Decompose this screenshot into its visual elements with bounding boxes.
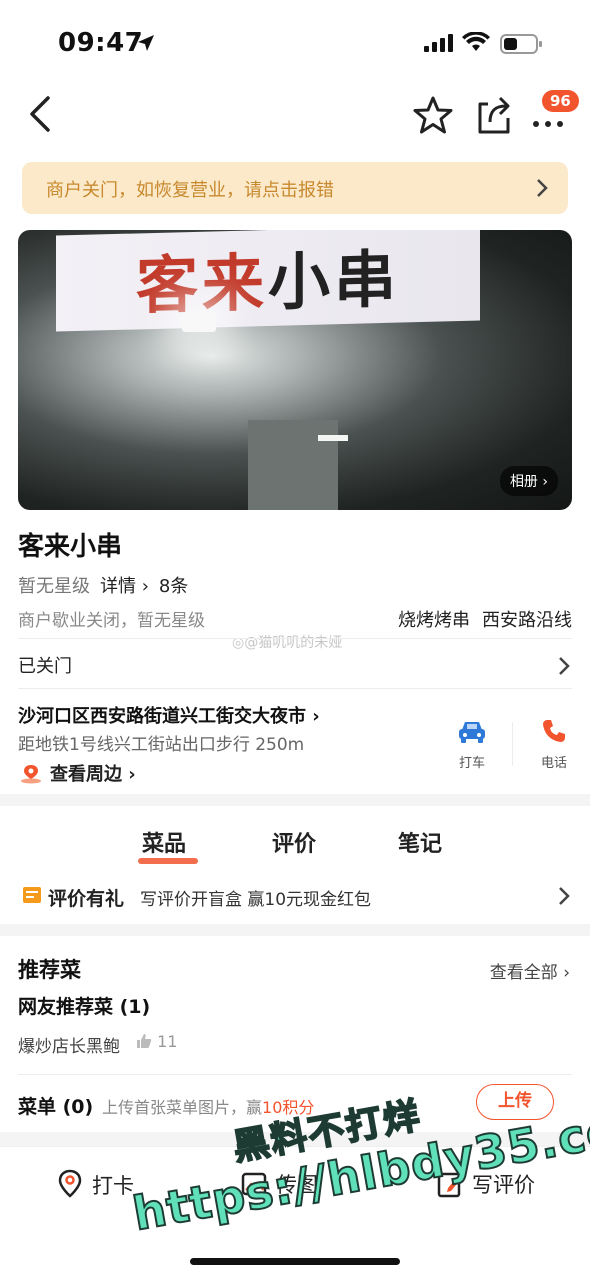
bottom-action-bar: 打卡 传图 写评价: [0, 1146, 590, 1226]
view-all-link[interactable]: 查看全部 ›: [490, 958, 570, 983]
nav-bar: [0, 84, 590, 148]
write-review-icon: [437, 1172, 461, 1198]
battery-icon: [500, 34, 542, 54]
thumbs-up-icon: [137, 1034, 152, 1048]
phone-button[interactable]: 电话: [528, 718, 580, 771]
status-bar: 09:47: [0, 0, 590, 80]
ceiling-light: [318, 435, 348, 441]
divider: [18, 638, 572, 639]
tab-reviews[interactable]: 评价: [272, 826, 316, 858]
write-review-label: 写评价: [472, 1173, 535, 1197]
taxi-label: 打车: [458, 756, 485, 771]
sign-mid-text: 小: [268, 244, 335, 319]
metro-distance: 距地铁1号线兴工街站出口步行 250m: [18, 735, 305, 755]
business-status-note: 商户歇业关闭，暂无星级: [18, 611, 205, 631]
shop-categories: 烧烤烤串 西安路沿线: [398, 606, 572, 632]
promo-description: 写评价开盲盒 赢10元现金红包: [140, 890, 372, 910]
shop-sign: 客来小串: [56, 230, 480, 332]
sign-red-text: 客来: [136, 245, 269, 323]
home-indicator[interactable]: [190, 1258, 400, 1265]
closed-banner-text: 商户关门，如恢复营业，请点击报错: [46, 180, 334, 201]
location-arrow-icon: [138, 35, 154, 51]
rating-detail-link[interactable]: 详情 ›: [100, 576, 149, 597]
checkin-label: 打卡: [92, 1174, 134, 1198]
section-gap: [0, 1132, 590, 1146]
view-nearby-link[interactable]: 查看周边 ›: [20, 760, 136, 786]
upload-photo-button[interactable]: 传图: [240, 1169, 318, 1199]
section-gap: [0, 794, 590, 806]
photo-icon: [241, 1172, 267, 1196]
upload-menu-button[interactable]: 上传: [476, 1084, 554, 1120]
menu-points: 10积分: [262, 1098, 315, 1117]
back-icon[interactable]: [24, 94, 60, 134]
section-gap: [0, 924, 590, 936]
status-time: 09:47: [58, 28, 144, 58]
user-recommended-title: 网友推荐菜 (1): [18, 996, 151, 1018]
menu-upload-hint: 上传首张菜单图片，赢10积分: [102, 1094, 314, 1118]
star-rating: 暂无星级: [18, 576, 90, 597]
sign-dark-text: 串: [334, 242, 401, 318]
notification-badge: 96: [542, 90, 579, 112]
nearby-pin-icon: [21, 765, 41, 784]
wifi-icon: [462, 32, 490, 51]
album-button[interactable]: 相册 ›: [499, 466, 558, 496]
location-pin-icon: [58, 1169, 82, 1198]
tab-dishes[interactable]: 菜品: [142, 826, 186, 858]
view-nearby-label: 查看周边 ›: [50, 764, 136, 785]
chevron-right-icon: [559, 657, 570, 675]
shop-door: [248, 420, 338, 510]
review-reward-promo[interactable]: 评价有礼 写评价开盲盒 赢10元现金红包: [18, 880, 572, 914]
closed-report-banner[interactable]: 商户关门，如恢复营业，请点击报错: [22, 162, 568, 214]
shop-address[interactable]: 沙河口区西安路街道兴工街交大夜市 ›: [18, 702, 320, 728]
tab-notes[interactable]: 笔记: [398, 826, 442, 858]
signal-icon: [424, 34, 453, 52]
reward-ticket-icon: [23, 887, 41, 903]
share-icon[interactable]: [474, 92, 514, 136]
divider: [18, 1074, 572, 1075]
promo-title: 评价有礼: [48, 888, 125, 910]
dish-likes: 11: [136, 1032, 177, 1051]
divider: [18, 688, 572, 689]
flood-lamp: [182, 312, 216, 332]
divider: [512, 722, 513, 766]
rating-row: 暂无星级 详情 › 8条: [18, 572, 188, 598]
area-tag[interactable]: 西安路沿线: [482, 610, 572, 631]
business-hours[interactable]: 已关门: [18, 652, 72, 678]
checkin-button[interactable]: 打卡: [56, 1169, 134, 1200]
upload-photo-label: 传图: [276, 1173, 318, 1197]
review-count[interactable]: 8条: [159, 576, 188, 597]
chevron-right-icon: [537, 179, 548, 197]
shop-name: 客来小串: [18, 532, 123, 562]
active-tab-indicator: [138, 858, 198, 864]
recommended-dishes-title: 推荐菜: [18, 958, 81, 982]
chevron-right-icon: [559, 887, 570, 905]
write-review-button[interactable]: 写评价: [436, 1169, 535, 1199]
shop-photo[interactable]: 客来小串 相册 ›: [18, 230, 572, 510]
weibo-watermark: ◎@猫叽叽的未娅: [232, 635, 343, 651]
phone-label: 电话: [540, 756, 567, 771]
taxi-car-icon: [459, 722, 485, 743]
menu-label: 菜单 (0): [18, 1096, 94, 1118]
favorite-star-icon[interactable]: [412, 94, 454, 136]
dish-name[interactable]: 爆炒店长黑鲍: [18, 1032, 120, 1057]
menu-hint-text: 上传首张菜单图片，赢: [102, 1098, 263, 1117]
dish-like-count: 11: [157, 1032, 178, 1051]
taxi-button[interactable]: 打车: [446, 718, 498, 771]
content-tabs: 菜品 评价 笔记: [0, 806, 590, 866]
category-tag[interactable]: 烧烤烤串: [398, 610, 470, 631]
phone-icon: [543, 720, 565, 742]
